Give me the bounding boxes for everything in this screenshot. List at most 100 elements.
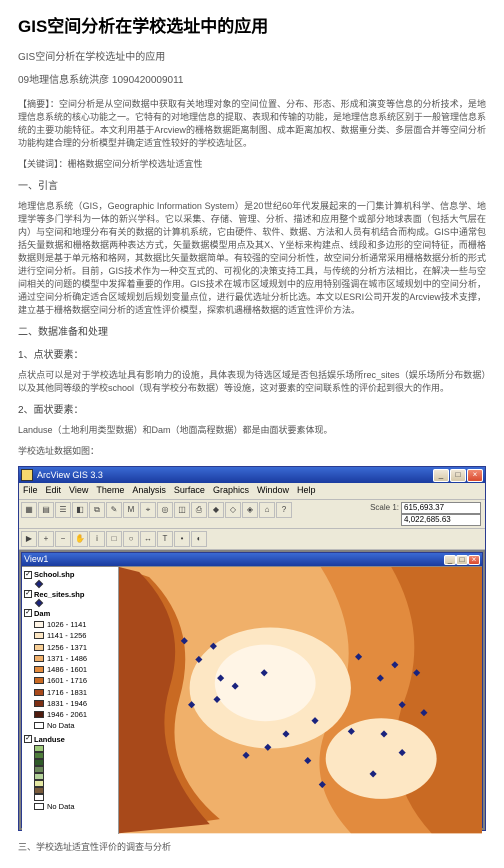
app-icon (21, 469, 33, 481)
tool-btn[interactable]: ⌖ (140, 502, 156, 518)
tool-btn[interactable]: ○ (123, 531, 139, 547)
abstract: 【摘要】：空间分析是从空间数据中获取有关地理对象的空间位置、分布、形态、形成和演… (18, 98, 486, 150)
color-swatch-icon (34, 677, 44, 684)
menu-file[interactable]: File (23, 484, 38, 498)
tool-btn[interactable]: ◫ (174, 502, 190, 518)
scale-input[interactable] (401, 502, 481, 514)
menu-surface[interactable]: Surface (174, 484, 205, 498)
tool-label-icon[interactable]: T (157, 531, 173, 547)
tool-btn[interactable]: ☰ (55, 502, 71, 518)
tool-btn[interactable]: ⌂ (259, 502, 275, 518)
color-swatch-icon (34, 666, 44, 673)
minimize-button[interactable]: _ (433, 469, 449, 482)
checkbox-icon[interactable] (24, 590, 32, 598)
class-label: 1716 - 1831 (47, 687, 87, 698)
tool-zoom-out-icon[interactable]: − (55, 531, 71, 547)
close-button[interactable]: × (467, 469, 483, 482)
menu-view[interactable]: View (69, 484, 88, 498)
class-label: 1026 - 1141 (47, 619, 86, 630)
color-swatch-icon (34, 773, 44, 780)
view-min-button[interactable]: _ (444, 555, 456, 565)
abstract-text: ：空间分析是从空间数据中获取有关地理对象的空间位置、分布、形态、形成和演变等信息… (18, 99, 486, 148)
view-window: View1 _ □ × School.shp Rec_sites.shp (21, 552, 483, 828)
color-swatch-icon (34, 752, 44, 759)
tool-pointer-icon[interactable]: ▶ (21, 531, 37, 547)
legend-class-row: 1026 - 1141 (34, 619, 116, 630)
legend-class-row: 1831 - 1946 (34, 698, 116, 709)
color-swatch-icon (34, 722, 44, 729)
menu-theme[interactable]: Theme (96, 484, 124, 498)
menu-edit[interactable]: Edit (46, 484, 62, 498)
section-2-3-body: 学校选址数据如图： (18, 445, 486, 458)
tool-btn[interactable]: ◧ (72, 502, 88, 518)
tool-btn[interactable]: M (123, 502, 139, 518)
menu-help[interactable]: Help (297, 484, 316, 498)
section-2-1-body: 点状点可以是对于学校选址具有影响力的设施，具体表现为待选区域是否包括娱乐场所re… (18, 369, 486, 395)
tool-btn[interactable]: ⧉ (89, 502, 105, 518)
scale-label: Scale 1: (370, 502, 399, 514)
color-swatch-icon (34, 759, 44, 766)
tool-btn[interactable]: ◈ (242, 502, 258, 518)
class-label: 1831 - 1946 (47, 698, 87, 709)
legend-class-row: 1601 - 1716 (34, 675, 116, 686)
map-canvas[interactable] (118, 567, 482, 833)
point-symbol-icon (35, 599, 43, 607)
keywords-label: 【关键词】 (18, 159, 59, 169)
layer-school[interactable]: School.shp (24, 569, 116, 586)
maximize-button[interactable]: □ (450, 469, 466, 482)
abstract-label: 【摘要】 (18, 99, 50, 109)
checkbox-icon[interactable] (24, 735, 32, 743)
color-swatch-icon (34, 787, 44, 794)
section-2-2-head: 2、面状要素： (18, 403, 486, 418)
layer-landuse-label: Landuse (34, 734, 65, 745)
menu-analysis[interactable]: Analysis (132, 484, 166, 498)
legend-class-row (34, 794, 116, 801)
tool-zoom-in-icon[interactable]: + (38, 531, 54, 547)
legend-class-row: 1371 - 1486 (34, 653, 116, 664)
legend-panel: School.shp Rec_sites.shp Dam 1026 - 1141… (22, 567, 118, 833)
menubar: File Edit View Theme Analysis Surface Gr… (19, 483, 485, 500)
tool-btn[interactable]: ◆ (208, 502, 224, 518)
legend-class-row: 1946 - 2061 (34, 709, 116, 720)
color-swatch-icon (34, 794, 44, 801)
section-2-2-body: Landuse（土地利用类型数据）和Dam（地面高程数据）都是由面状要素体现。 (18, 424, 486, 437)
layer-rec[interactable]: Rec_sites.shp (24, 589, 116, 606)
tool-identify-icon[interactable]: i (89, 531, 105, 547)
tool-btn[interactable]: ✎ (106, 502, 122, 518)
tool-measure-icon[interactable]: ↔ (140, 531, 156, 547)
view-max-button[interactable]: □ (456, 555, 468, 565)
tool-btn[interactable]: ? (276, 502, 292, 518)
tool-btn[interactable]: ◐ (191, 531, 207, 547)
tool-select-icon[interactable]: □ (106, 531, 122, 547)
tool-btn[interactable]: ◎ (157, 502, 173, 518)
class-label: No Data (47, 720, 75, 731)
view-title: View1 (24, 553, 48, 567)
tool-pan-icon[interactable]: ✋ (72, 531, 88, 547)
menu-graphics[interactable]: Graphics (213, 484, 249, 498)
app-title: ArcView GIS 3.3 (37, 469, 433, 483)
legend-class-row (34, 759, 116, 766)
section-2-head: 二、数据准备和处理 (18, 325, 486, 340)
section-2-1-head: 1、点状要素： (18, 348, 486, 363)
view-close-button[interactable]: × (468, 555, 480, 565)
checkbox-icon[interactable] (24, 571, 32, 579)
menu-window[interactable]: Window (257, 484, 289, 498)
tool-btn[interactable]: ⎙ (191, 502, 207, 518)
legend-class-row: No Data (34, 720, 116, 731)
layer-school-label: School.shp (34, 569, 74, 580)
tool-btn[interactable]: ▦ (21, 502, 37, 518)
class-label: 1141 - 1256 (47, 630, 86, 641)
toolbar-row-2: ▶ + − ✋ i □ ○ ↔ T • ◐ (19, 529, 485, 550)
coord-readout (401, 514, 481, 526)
legend-class-row: 1716 - 1831 (34, 687, 116, 698)
tool-btn[interactable]: ▤ (38, 502, 54, 518)
layer-landuse[interactable]: Landuse No Data (24, 734, 116, 813)
checkbox-icon[interactable] (24, 609, 32, 617)
layer-dam[interactable]: Dam 1026 - 11411141 - 12561256 - 1371137… (24, 608, 116, 732)
legend-class-row: 1141 - 1256 (34, 630, 116, 641)
tool-draw-icon[interactable]: • (174, 531, 190, 547)
tool-btn[interactable]: ◇ (225, 502, 241, 518)
legend-class-row (34, 780, 116, 787)
layer-rec-label: Rec_sites.shp (34, 589, 84, 600)
keywords-text: ：栅格数据空间分析学校选址适宜性 (59, 159, 203, 169)
